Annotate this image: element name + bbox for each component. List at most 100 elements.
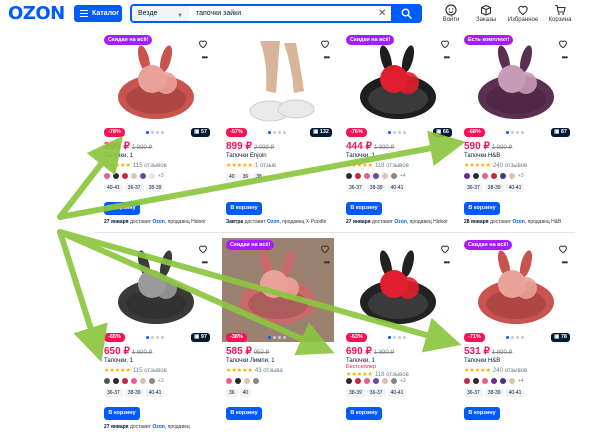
review-count[interactable]: 240 отзывов — [493, 163, 527, 169]
seller-brand[interactable]: Ozon — [152, 424, 165, 430]
header-cart[interactable]: Корзина — [542, 4, 578, 23]
color-swatch[interactable] — [382, 378, 388, 384]
color-swatch[interactable] — [509, 378, 515, 384]
favorite-heart-icon[interactable] — [440, 241, 450, 259]
color-swatch[interactable] — [104, 378, 110, 384]
product-title[interactable]: Тапочки Лимпи, 1 — [226, 358, 275, 364]
image-pager[interactable] — [388, 131, 406, 134]
size-chip[interactable]: 40 — [226, 173, 238, 181]
ozon-logo[interactable]: OZON — [8, 3, 65, 24]
favorite-heart-icon[interactable] — [198, 241, 208, 259]
color-swatch[interactable] — [235, 378, 241, 384]
size-chip[interactable]: 40-41 — [104, 184, 123, 192]
more-colors[interactable]: +3 — [158, 173, 164, 179]
favorite-heart-icon[interactable] — [320, 36, 330, 54]
more-options-icon[interactable]: ••• — [202, 258, 208, 267]
size-chip[interactable]: 40-41 — [505, 389, 525, 397]
size-chip[interactable]: 36-37 — [104, 389, 123, 397]
size-chip[interactable]: 40-41 — [145, 389, 165, 397]
seller-brand[interactable]: Ozon — [267, 219, 280, 225]
color-swatch[interactable] — [122, 173, 128, 179]
color-swatch[interactable] — [149, 173, 155, 179]
catalog-button[interactable]: Каталог — [74, 5, 122, 22]
color-swatch[interactable] — [391, 173, 397, 179]
seller-brand[interactable]: Ozon — [512, 219, 525, 225]
size-chip[interactable]: 38-39 — [124, 389, 144, 397]
color-swatch[interactable] — [364, 378, 370, 384]
add-to-cart-button[interactable]: В корзину — [104, 407, 140, 420]
size-chip[interactable]: 40 — [239, 389, 252, 397]
more-options-icon[interactable]: ••• — [444, 258, 450, 267]
color-swatch[interactable] — [346, 378, 352, 384]
color-swatch[interactable] — [473, 378, 479, 384]
color-swatch[interactable] — [244, 378, 250, 384]
more-colors[interactable]: +4 — [518, 378, 524, 384]
color-swatch[interactable] — [346, 173, 352, 179]
more-options-icon[interactable]: ••• — [324, 53, 330, 62]
more-colors[interactable]: +3 — [400, 378, 406, 384]
size-chip[interactable]: 36-37 — [366, 389, 386, 397]
color-swatch[interactable] — [226, 378, 232, 384]
color-swatch[interactable] — [131, 378, 137, 384]
color-swatch[interactable] — [482, 173, 488, 179]
add-to-cart-button[interactable]: В корзину — [104, 202, 140, 215]
color-swatch[interactable] — [473, 173, 479, 179]
color-swatch[interactable] — [382, 173, 388, 179]
search-button[interactable] — [391, 4, 422, 23]
size-chip[interactable]: 40-41 — [505, 184, 525, 192]
more-options-icon[interactable]: ••• — [202, 53, 208, 62]
image-pager[interactable] — [506, 131, 524, 134]
product-image[interactable] — [342, 33, 454, 137]
size-chip[interactable]: 36 — [239, 173, 252, 181]
image-pager[interactable] — [146, 131, 164, 134]
favorite-heart-icon[interactable] — [440, 36, 450, 54]
product-title[interactable]: Тапочки, 1 — [346, 153, 375, 159]
favorite-heart-icon[interactable] — [558, 36, 568, 54]
size-chip[interactable]: 38-39 — [484, 184, 504, 192]
color-swatch[interactable] — [355, 173, 361, 179]
favorite-heart-icon[interactable] — [320, 241, 330, 259]
color-swatch[interactable] — [140, 173, 146, 179]
color-swatch[interactable] — [149, 378, 155, 384]
seller-brand[interactable]: Ozon — [394, 219, 407, 225]
color-swatch[interactable] — [355, 378, 361, 384]
color-swatch[interactable] — [113, 173, 119, 179]
color-swatch[interactable] — [500, 173, 506, 179]
more-colors[interactable]: +3 — [158, 378, 164, 384]
more-options-icon[interactable]: ••• — [444, 53, 450, 62]
color-swatch[interactable] — [491, 173, 497, 179]
favorite-heart-icon[interactable] — [198, 36, 208, 54]
review-count[interactable]: 115 отзывов — [133, 368, 167, 374]
add-to-cart-button[interactable]: В корзину — [346, 202, 382, 215]
color-swatch[interactable] — [464, 378, 470, 384]
product-title[interactable]: Тапочки, 1 — [104, 153, 133, 159]
size-chip[interactable]: 38 — [253, 173, 265, 181]
review-count[interactable]: 1 отзыв — [255, 163, 276, 169]
color-swatch[interactable] — [500, 378, 506, 384]
search-scope-select[interactable]: Везде ▼ — [132, 6, 189, 21]
review-count[interactable]: 115 отзывов — [133, 163, 167, 169]
size-chip[interactable]: 36 — [226, 389, 238, 397]
image-pager[interactable] — [506, 336, 524, 339]
color-swatch[interactable] — [391, 378, 397, 384]
product-image[interactable] — [460, 238, 572, 342]
product-image[interactable] — [342, 238, 454, 342]
review-count[interactable]: 240 отзывов — [493, 368, 527, 374]
more-colors[interactable]: +4 — [400, 173, 406, 179]
color-swatch[interactable] — [509, 173, 515, 179]
add-to-cart-button[interactable]: В корзину — [464, 407, 500, 420]
size-chip[interactable]: 36-37 — [346, 184, 365, 192]
product-title[interactable]: Тапочки H&B — [464, 153, 500, 159]
product-image[interactable] — [222, 238, 334, 342]
size-chip[interactable]: 40-41 — [387, 389, 407, 397]
color-swatch[interactable] — [253, 378, 259, 384]
size-chip[interactable]: 40-41 — [387, 184, 407, 192]
add-to-cart-button[interactable]: В корзину — [226, 202, 262, 215]
size-chip[interactable]: 36-37 — [464, 389, 483, 397]
product-title[interactable]: Тапочки Enjoin — [226, 153, 267, 159]
header-login[interactable]: Войти — [433, 4, 469, 23]
color-swatch[interactable] — [122, 378, 128, 384]
color-swatch[interactable] — [373, 173, 379, 179]
more-options-icon[interactable]: ••• — [562, 53, 568, 62]
header-orders[interactable]: Заказы — [468, 4, 504, 23]
